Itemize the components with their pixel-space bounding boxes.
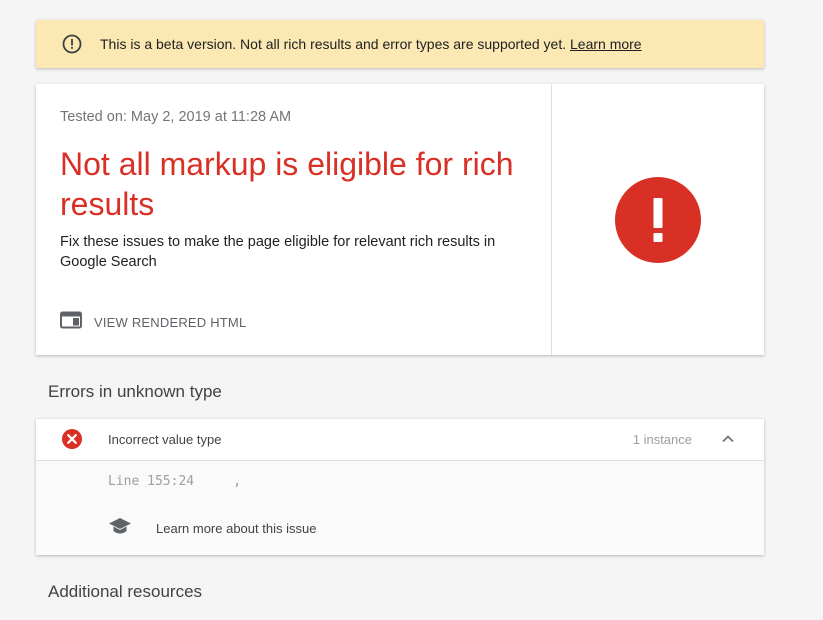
beta-banner: This is a beta version. Not all rich res… [36, 20, 764, 68]
banner-text-container: This is a beta version. Not all rich res… [100, 36, 642, 52]
error-exclamation-icon [615, 177, 701, 263]
issue-title: Incorrect value type [108, 432, 222, 447]
banner-message: This is a beta version. Not all rich res… [100, 36, 567, 52]
result-summary-card: Tested on: May 2, 2019 at 11:28 AM Not a… [36, 84, 764, 355]
result-description: Fix these issues to make the page eligib… [60, 234, 496, 270]
result-headline: Not all markup is eligible for rich resu… [60, 146, 514, 222]
additional-resources-title: Additional resources [48, 582, 203, 601]
chevron-up-icon[interactable] [720, 431, 736, 447]
browser-window-icon [60, 311, 82, 334]
school-cap-icon [108, 516, 132, 541]
tested-on-timestamp: Tested on: May 2, 2019 at 11:28 AM [60, 109, 292, 125]
learn-more-link[interactable]: Learn more [570, 36, 642, 52]
instance-count: 1 instance [632, 432, 692, 447]
learn-more-issue-label: Learn more about this issue [156, 520, 317, 536]
errors-section-title: Errors in unknown type [48, 382, 222, 401]
view-rendered-html-label: VIEW RENDERED HTML [94, 314, 247, 330]
card-divider [551, 84, 552, 355]
issue-details: Line 155:24 , Learn more about this issu… [36, 461, 764, 555]
code-line-reference[interactable]: Line 155:24 , [108, 474, 241, 489]
issue-header-incorrect-value-type[interactable]: Incorrect value type 1 instance [36, 419, 764, 461]
errors-card: Incorrect value type 1 instance Line 155… [36, 419, 764, 555]
learn-more-issue-link[interactable]: Learn more about this issue [108, 517, 316, 539]
warning-circle-icon [62, 34, 82, 54]
error-x-icon [62, 429, 82, 449]
view-rendered-html-button[interactable]: VIEW RENDERED HTML [60, 310, 246, 334]
